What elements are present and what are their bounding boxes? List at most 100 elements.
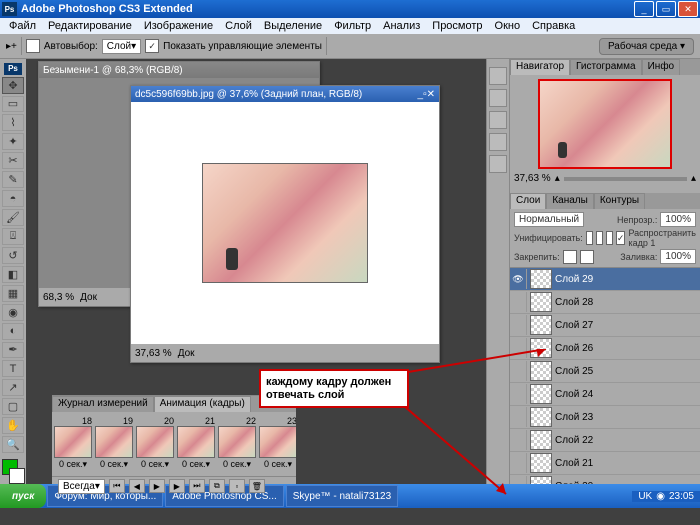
gradient-tool[interactable]: ▦ (2, 285, 24, 302)
menu-select[interactable]: Выделение (259, 20, 327, 32)
animation-frame[interactable]: 230 сек.▾ (259, 416, 296, 472)
healing-tool[interactable]: ◓ (2, 190, 24, 207)
blend-mode-select[interactable]: Нормальный (514, 212, 584, 227)
tab-layers[interactable]: Слои (510, 193, 546, 209)
prev-frame-button[interactable]: ◀ (129, 479, 145, 493)
document-window-2[interactable]: dc5c596f69bb.jpg @ 37,6% (Задний план, R… (130, 85, 440, 363)
background-color[interactable] (9, 468, 25, 484)
layer-row[interactable]: Слой 21 (510, 452, 700, 475)
fill-input[interactable]: 100% (660, 249, 696, 264)
zoom-slider[interactable] (564, 177, 687, 181)
menu-help[interactable]: Справка (527, 20, 580, 32)
tray-lang[interactable]: UK (638, 491, 652, 502)
start-button[interactable]: пуск (0, 484, 46, 508)
layer-row[interactable]: Слой 23 (510, 406, 700, 429)
layer-row[interactable]: Слой 27 (510, 314, 700, 337)
tab-navigator[interactable]: Навигатор (510, 59, 570, 75)
dodge-tool[interactable]: ◐ (2, 323, 24, 340)
history-brush-tool[interactable]: ↺ (2, 247, 24, 264)
layer-row[interactable]: Слой 28 (510, 291, 700, 314)
dock-button-2[interactable] (489, 89, 507, 107)
layer-thumbnail[interactable] (530, 292, 552, 312)
unify-icon-2[interactable] (596, 231, 603, 245)
new-frame-button[interactable]: ▫ (229, 479, 245, 493)
move-tool[interactable]: ✥ (2, 77, 24, 94)
menu-window[interactable]: Окно (490, 20, 526, 32)
close-button[interactable]: ✕ (678, 1, 698, 17)
layer-thumbnail[interactable] (530, 476, 552, 484)
layer-thumbnail[interactable] (530, 384, 552, 404)
animation-frame[interactable]: 210 сек.▾ (177, 416, 215, 472)
workspace-button[interactable]: Рабочая среда ▾ (599, 38, 694, 55)
layer-row[interactable]: Слой 22 (510, 429, 700, 452)
zoom-tool[interactable]: 🔍 (2, 436, 24, 453)
tab-channels[interactable]: Каналы (546, 193, 594, 209)
shape-tool[interactable]: ▢ (2, 398, 24, 415)
menu-file[interactable]: Файл (4, 20, 41, 32)
menu-view[interactable]: Просмотр (427, 20, 487, 32)
tray-icon[interactable]: ◉ (656, 491, 665, 502)
doc1-zoom[interactable]: 68,3 % (43, 292, 74, 303)
layer-thumbnail[interactable] (530, 453, 552, 473)
dock-button-5[interactable] (489, 155, 507, 173)
layer-row[interactable]: 👁Слой 29 (510, 268, 700, 291)
eraser-tool[interactable]: ◧ (2, 266, 24, 283)
menu-image[interactable]: Изображение (139, 20, 218, 32)
unify-icon-3[interactable] (606, 231, 613, 245)
hand-tool[interactable]: ✋ (2, 417, 24, 434)
dock-button-4[interactable] (489, 133, 507, 151)
tab-paths[interactable]: Контуры (594, 193, 645, 209)
tab-history-log[interactable]: Журнал измерений (52, 396, 154, 412)
zoom-in-icon[interactable]: ▴ (691, 173, 696, 184)
autoselect-checkbox[interactable] (26, 39, 40, 53)
layer-thumbnail[interactable] (530, 315, 552, 335)
doc2-close-icon[interactable]: ✕ (427, 89, 435, 100)
layer-row[interactable]: Слой 20 (510, 475, 700, 484)
dock-button-3[interactable] (489, 111, 507, 129)
visibility-icon[interactable]: 👁 (510, 269, 527, 289)
path-tool[interactable]: ↗ (2, 379, 24, 396)
first-frame-button[interactable]: ⏮ (109, 479, 125, 493)
tween-button[interactable]: ⧉ (209, 479, 225, 493)
animation-frame[interactable]: 180 сек.▾ (54, 416, 92, 472)
wand-tool[interactable]: ✦ (2, 133, 24, 150)
next-frame-button[interactable]: ▶ (169, 479, 185, 493)
tab-animation[interactable]: Анимация (кадры) (154, 396, 251, 412)
animation-frame[interactable]: 220 сек.▾ (218, 416, 256, 472)
layer-row[interactable]: Слой 24 (510, 383, 700, 406)
lasso-tool[interactable]: ⌇ (2, 114, 24, 131)
dock-button-1[interactable] (489, 67, 507, 85)
zoom-out-icon[interactable]: ▴ (555, 173, 560, 184)
last-frame-button[interactable]: ⏭ (189, 479, 205, 493)
layer-thumbnail[interactable] (530, 407, 552, 427)
maximize-button[interactable]: ▭ (656, 1, 676, 17)
opacity-input[interactable]: 100% (660, 212, 696, 227)
propagate-checkbox[interactable] (616, 231, 626, 245)
lock-pixels-icon[interactable] (563, 250, 577, 264)
blur-tool[interactable]: ◉ (2, 304, 24, 321)
doc2-titlebar[interactable]: dc5c596f69bb.jpg @ 37,6% (Задний план, R… (131, 86, 439, 102)
stamp-tool[interactable]: ⍍ (2, 228, 24, 245)
menu-filter[interactable]: Фильтр (329, 20, 376, 32)
animation-frame[interactable]: 200 сек.▾ (136, 416, 174, 472)
layer-thumbnail[interactable] (530, 430, 552, 450)
eyedropper-tool[interactable]: ✎ (2, 171, 24, 188)
visibility-icon[interactable] (510, 292, 527, 312)
pen-tool[interactable]: ✒ (2, 342, 24, 359)
animation-frame[interactable]: 190 сек.▾ (95, 416, 133, 472)
autoselect-select[interactable]: Слой ▾ (102, 39, 141, 54)
menu-analysis[interactable]: Анализ (378, 20, 425, 32)
loop-select[interactable]: Всегда▾ (58, 479, 105, 494)
lock-position-icon[interactable] (580, 250, 594, 264)
tab-histogram[interactable]: Гистограмма (570, 59, 642, 75)
brush-tool[interactable]: 🖌 (2, 209, 24, 226)
marquee-tool[interactable]: ▭ (2, 96, 24, 113)
doc2-zoom[interactable]: 37,63 % (135, 348, 172, 359)
layer-thumbnail[interactable] (530, 269, 552, 289)
navigator-thumbnail[interactable] (538, 79, 672, 169)
menu-edit[interactable]: Редактирование (43, 20, 137, 32)
type-tool[interactable]: T (2, 360, 24, 377)
show-controls-checkbox[interactable] (145, 39, 159, 53)
delete-frame-button[interactable]: 🗑 (249, 479, 265, 493)
doc1-titlebar[interactable]: Безымени-1 @ 68,3% (RGB/8) (39, 62, 319, 78)
